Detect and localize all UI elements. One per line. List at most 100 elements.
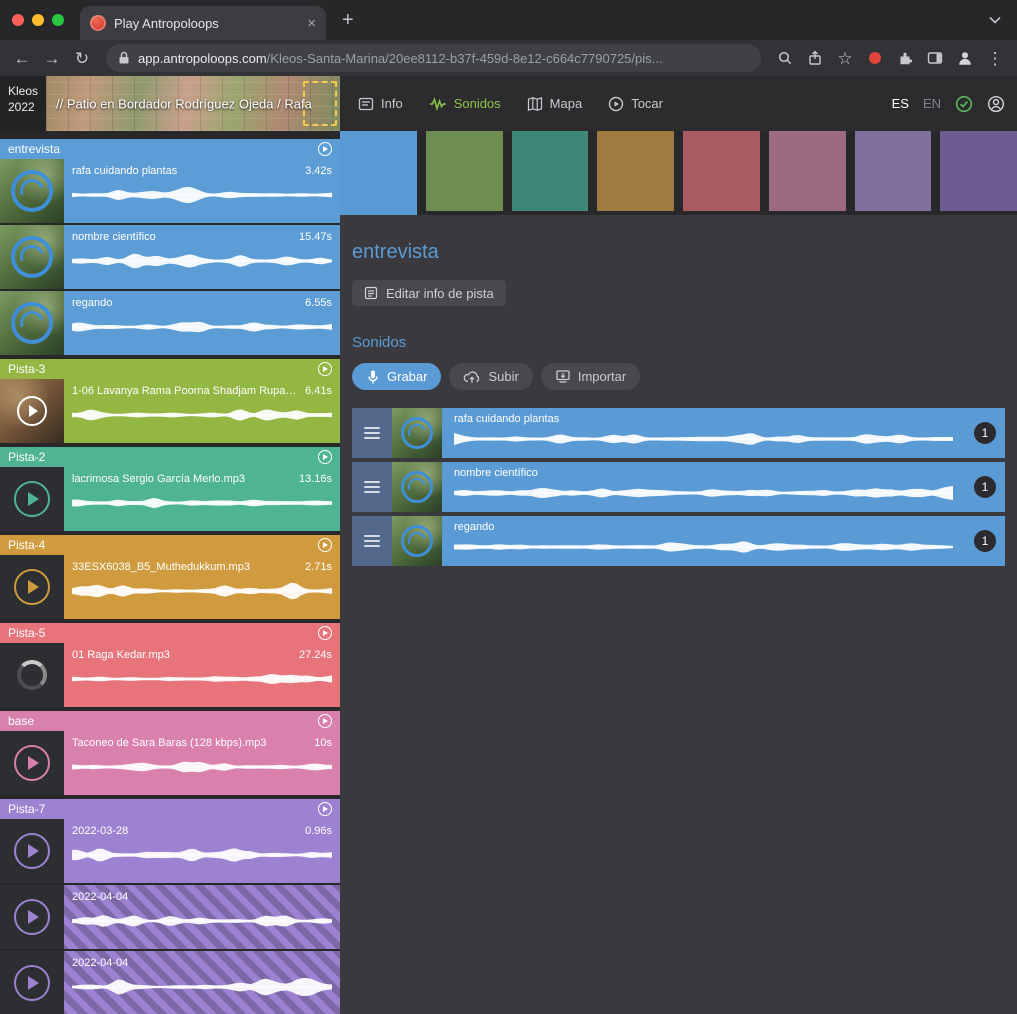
track-play-icon[interactable] (318, 626, 332, 640)
lang-es-button[interactable]: ES (892, 96, 909, 111)
nav-sonidos[interactable]: Sonidos (429, 96, 501, 111)
track-play-icon[interactable] (318, 802, 332, 816)
waveform (72, 972, 332, 1002)
cloud-upload-icon (463, 370, 481, 384)
zoom-window-button[interactable] (52, 14, 64, 26)
lang-en-button[interactable]: EN (923, 96, 941, 111)
clip[interactable]: 2022-03-280.96s (0, 819, 340, 883)
close-window-button[interactable] (12, 14, 24, 26)
sync-check-icon[interactable] (955, 95, 973, 113)
track-swatch-5[interactable] (683, 131, 760, 211)
play-icon[interactable] (14, 569, 50, 605)
import-button[interactable]: Importar (541, 363, 640, 390)
drag-handle-icon[interactable] (352, 408, 392, 458)
sound-title: regando (454, 521, 953, 533)
upload-button[interactable]: Subir (449, 363, 532, 390)
track-entrevista: entrevista rafa cuidando plantas3.42snomb… (0, 139, 340, 355)
extensions-puzzle-icon[interactable] (891, 44, 919, 72)
track-swatch-1[interactable] (340, 131, 417, 215)
clip[interactable]: 2022-04-04 (0, 951, 340, 1014)
clip-title: 2022-04-04 (72, 957, 128, 969)
browser-menu-icon[interactable]: ⋮ (981, 44, 1009, 72)
nav-tocar[interactable]: Tocar (608, 96, 663, 112)
nav-info[interactable]: Info (358, 96, 403, 112)
track-header[interactable]: Pista-7 (0, 799, 340, 819)
clip[interactable]: lacrimosa Sergio García Merlo.mp313.16s (0, 467, 340, 531)
clip[interactable]: Taconeo de Sara Baras (128 kbps).mp310s (0, 731, 340, 795)
clip[interactable]: 33ESX6038_B5_Muthedukkum.mp32.71s (0, 555, 340, 619)
track-play-icon[interactable] (318, 450, 332, 464)
clip-body: rafa cuidando plantas3.42s (64, 159, 340, 223)
track-play-icon[interactable] (318, 142, 332, 156)
sound-row[interactable]: regando1 (352, 516, 1005, 566)
clip-title: rafa cuidando plantas (72, 165, 177, 177)
record-button[interactable]: Grabar (352, 363, 441, 390)
forward-button[interactable]: → (38, 44, 66, 72)
drag-handle-icon[interactable] (352, 516, 392, 566)
play-circle-icon (608, 96, 624, 112)
track-header[interactable]: base (0, 711, 340, 731)
clip[interactable]: 1-06 Lavanya Rama Poorna Shadjam Rupak..… (0, 379, 340, 443)
back-button[interactable]: ← (8, 44, 36, 72)
clip[interactable]: 2022-04-04 (0, 885, 340, 949)
track-header[interactable]: Pista-2 (0, 447, 340, 467)
sound-thumbnail (392, 462, 442, 512)
play-icon[interactable] (14, 481, 50, 517)
edit-track-info-button[interactable]: Editar info de pista (352, 280, 506, 306)
track-swatch-3[interactable] (512, 131, 589, 211)
sound-thumbnail (392, 516, 442, 566)
minimize-window-button[interactable] (32, 14, 44, 26)
track-swatch-2[interactable] (426, 131, 503, 211)
close-tab-icon[interactable]: × (307, 16, 316, 31)
sound-row[interactable]: nombre científico1 (352, 462, 1005, 512)
address-bar[interactable]: app.antropoloops.com/Kleos-Santa-Marina/… (106, 44, 761, 72)
play-icon[interactable] (14, 745, 50, 781)
clip[interactable]: rafa cuidando plantas3.42s (0, 159, 340, 223)
clip[interactable]: regando6.55s (0, 291, 340, 355)
track-play-icon[interactable] (318, 538, 332, 552)
play-icon[interactable] (17, 396, 47, 426)
waveform (454, 481, 953, 505)
track-swatch-7[interactable] (855, 131, 932, 211)
track-swatch-6[interactable] (769, 131, 846, 211)
reload-button[interactable]: ↻ (68, 44, 96, 72)
track-header[interactable]: Pista-3 (0, 359, 340, 379)
track-play-icon[interactable] (318, 362, 332, 376)
import-label: Importar (578, 369, 626, 384)
track-swatch-4[interactable] (597, 131, 674, 211)
browser-profile-avatar[interactable] (951, 44, 979, 72)
remix-cover-image[interactable]: // Patio en Bordador Rodríguez Ojeda / R… (46, 76, 340, 131)
track-swatch-8[interactable] (940, 131, 1017, 211)
track-play-icon[interactable] (318, 714, 332, 728)
new-tab-button[interactable]: + (342, 10, 354, 30)
play-icon[interactable] (14, 833, 50, 869)
track-header[interactable]: entrevista (0, 139, 340, 159)
track-base: baseTaconeo de Sara Baras (128 kbps).mp3… (0, 711, 340, 795)
nav-tocar-label: Tocar (631, 96, 663, 111)
track-header[interactable]: Pista-4 (0, 535, 340, 555)
account-icon[interactable] (987, 95, 1005, 113)
clip[interactable]: nombre científico15.47s (0, 225, 340, 289)
play-icon[interactable] (14, 965, 50, 1001)
tab-search-chevron-icon[interactable] (989, 16, 1001, 24)
zoom-icon[interactable] (771, 44, 799, 72)
clip[interactable]: 01 Raga Kedar.mp327.24s (0, 643, 340, 707)
clip-thumbnail (0, 225, 64, 289)
track-header[interactable]: Pista-5 (0, 623, 340, 643)
nav-mapa[interactable]: Mapa (527, 96, 583, 112)
clip-body: 2022-04-04 (64, 951, 340, 1014)
browser-tab-bar: Play Antropoloops × + (0, 0, 1017, 40)
share-icon[interactable] (801, 44, 829, 72)
track-name: entrevista (8, 142, 60, 156)
recording-extension-icon[interactable] (869, 52, 881, 64)
clip-duration: 15.47s (299, 231, 332, 243)
drag-handle-icon[interactable] (352, 462, 392, 512)
browser-tab[interactable]: Play Antropoloops × (80, 6, 326, 40)
bookmark-star-icon[interactable]: ☆ (831, 44, 859, 72)
play-icon[interactable] (14, 899, 50, 935)
clip-title: 1-06 Lavanya Rama Poorna Shadjam Rupak..… (72, 385, 297, 397)
side-panel-icon[interactable] (921, 44, 949, 72)
track-detail-panel: entrevista Editar info de pista Sonidos … (340, 215, 1017, 1014)
lock-icon (118, 51, 130, 65)
sound-row[interactable]: rafa cuidando plantas1 (352, 408, 1005, 458)
